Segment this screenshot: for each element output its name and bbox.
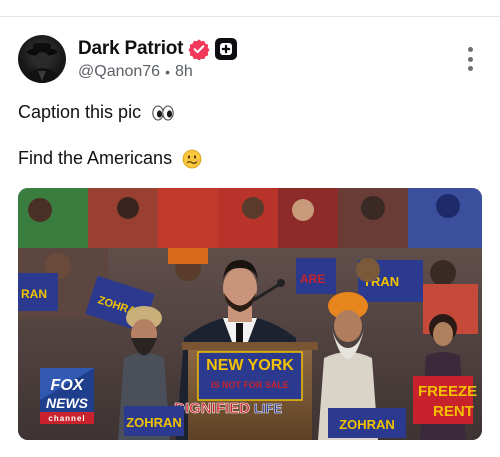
wavy-smile-emoji-icon	[182, 149, 202, 169]
plus-badge-icon	[215, 38, 238, 60]
name-row: Dark Patriot	[78, 37, 238, 61]
verified-badge-icon	[188, 39, 210, 60]
sign-rent: RENT	[433, 403, 474, 420]
avatar-image	[24, 43, 60, 83]
caption-text: Caption this pic	[18, 102, 142, 122]
sign-freeze: FREEZE	[418, 383, 477, 400]
podium-banner-right: LIFE	[254, 401, 282, 416]
svg-text:RAN: RAN	[21, 287, 47, 301]
logo-news: NEWS	[46, 395, 89, 411]
podium-banner-left: DIGNIFIED	[174, 400, 250, 417]
media-scene: RAN ZOHRA ARE TRAN FREEZE RENT NEW YORK …	[18, 188, 482, 440]
svg-text:ARE: ARE	[300, 272, 325, 286]
podium-sign-line1: NEW YORK	[206, 357, 294, 374]
avatar[interactable]	[18, 35, 66, 83]
logo-fox: FOX	[51, 377, 85, 394]
sign-zohran-right: ZOHRAN	[339, 417, 395, 432]
post-media-image[interactable]: RAN ZOHRA ARE TRAN FREEZE RENT NEW YORK …	[18, 188, 482, 440]
meta-separator: •	[165, 64, 170, 80]
podium: NEW YORK IS NOT FOR SALE DIGNIFIED LIFE	[174, 342, 318, 440]
sign-zohran-left: ZOHRAN	[126, 415, 182, 430]
eyes-emoji-icon	[152, 105, 174, 121]
meta-row: @Qanon76 • 8h	[78, 63, 193, 81]
post-time[interactable]: 8h	[175, 63, 193, 81]
top-divider	[0, 16, 500, 17]
fox-news-logo: FOX NEWS channel	[40, 368, 94, 424]
find-text: Find the Americans	[18, 148, 173, 168]
logo-channel: channel	[48, 414, 85, 423]
more-vertical-icon	[467, 47, 473, 52]
post-text-line2: Find the Americans	[18, 148, 202, 169]
post-text-line1: Caption this pic	[18, 102, 175, 123]
author-handle[interactable]: @Qanon76	[78, 63, 160, 81]
author-name[interactable]: Dark Patriot	[78, 38, 184, 60]
podium-sign-line2: IS NOT FOR SALE	[211, 380, 289, 390]
more-options-button[interactable]	[464, 47, 476, 71]
post-header: Dark Patriot @Qanon76 • 8h	[18, 35, 482, 85]
crowd-back-row	[18, 188, 482, 248]
